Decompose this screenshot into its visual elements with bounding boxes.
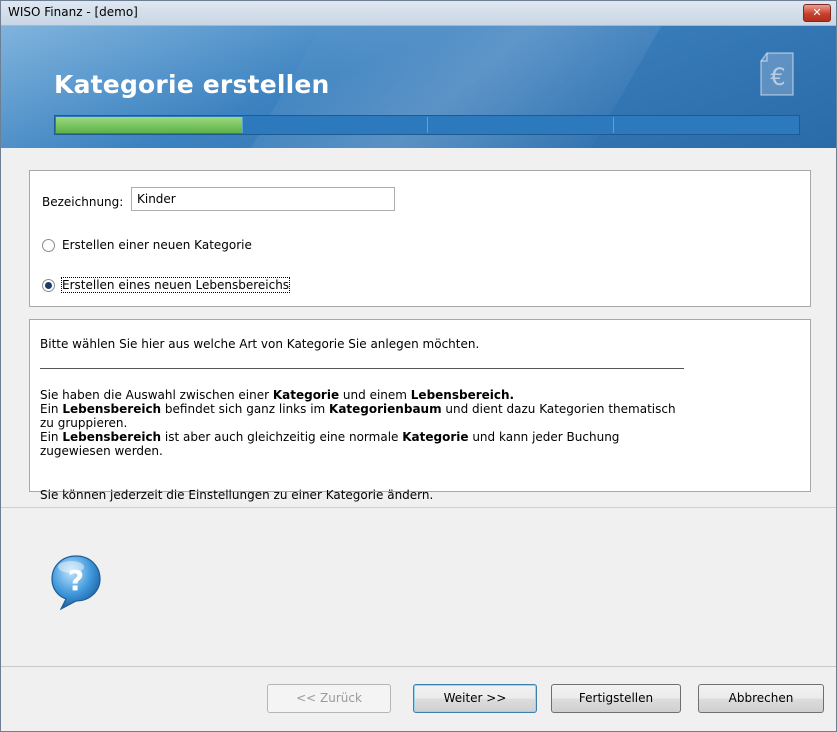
info-intro: Bitte wählen Sie hier aus welche Art von… <box>40 337 480 351</box>
euro-document-icon: € <box>760 52 794 96</box>
title-bar[interactable]: WISO Finanz - [demo] ✕ <box>1 1 836 26</box>
radio-new-lebensbereich[interactable] <box>42 278 55 292</box>
info-panel: Bitte wählen Sie hier aus welche Art von… <box>29 319 811 502</box>
bezeichnung-label: Bezeichnung: <box>42 195 124 209</box>
close-button[interactable]: ✕ <box>803 4 831 22</box>
category-settings-group: Bezeichnung: Kinder Erstellen einer neue… <box>29 170 811 307</box>
button-bar-divider <box>1 666 836 667</box>
progress-segment-divider <box>241 117 243 133</box>
page-title: Kategorie erstellen <box>54 70 330 99</box>
option-new-lebensbereich-label: Erstellen eines neuen Lebensbereichs <box>60 277 291 293</box>
progress-fill <box>56 117 242 133</box>
info-line-3: Ein Lebensbereich ist aber auch gleichze… <box>40 430 620 458</box>
option-new-category[interactable]: Erstellen einer neuen Kategorie <box>42 238 252 252</box>
window-title: WISO Finanz - [demo] <box>8 5 138 19</box>
close-icon: ✕ <box>812 6 822 19</box>
bezeichnung-input[interactable]: Kinder <box>131 187 395 211</box>
cancel-button[interactable]: Abbrechen <box>698 684 824 713</box>
info-footer: Sie können jederzeit die Einstellungen z… <box>40 488 434 502</box>
next-button[interactable]: Weiter >> <box>413 684 537 713</box>
info-line-1: Sie haben die Auswahl zwischen einer Kat… <box>40 388 515 402</box>
back-button[interactable]: << Zurück <box>267 684 391 713</box>
wizard-header: Kategorie erstellen € <box>1 26 836 148</box>
info-divider <box>40 368 684 369</box>
svg-text:?: ? <box>68 564 84 597</box>
finish-button[interactable]: Fertigstellen <box>551 684 681 713</box>
radio-new-category[interactable] <box>42 238 55 252</box>
wizard-progress-bar <box>54 115 800 135</box>
question-bubble-icon[interactable]: ? <box>49 553 103 611</box>
progress-segment-divider <box>612 117 614 133</box>
section-divider <box>1 507 836 508</box>
option-new-lebensbereich[interactable]: Erstellen eines neuen Lebensbereichs <box>42 277 291 293</box>
svg-text:€: € <box>770 63 785 91</box>
option-new-category-label: Erstellen einer neuen Kategorie <box>62 238 252 252</box>
wizard-window: WISO Finanz - [demo] ✕ Kategorie erstell… <box>0 0 837 732</box>
info-line-2: Ein Lebensbereich befindet sich ganz lin… <box>40 402 676 430</box>
progress-segment-divider <box>427 117 428 133</box>
info-explanation: Sie haben die Auswahl zwischen einer Kat… <box>40 388 690 458</box>
